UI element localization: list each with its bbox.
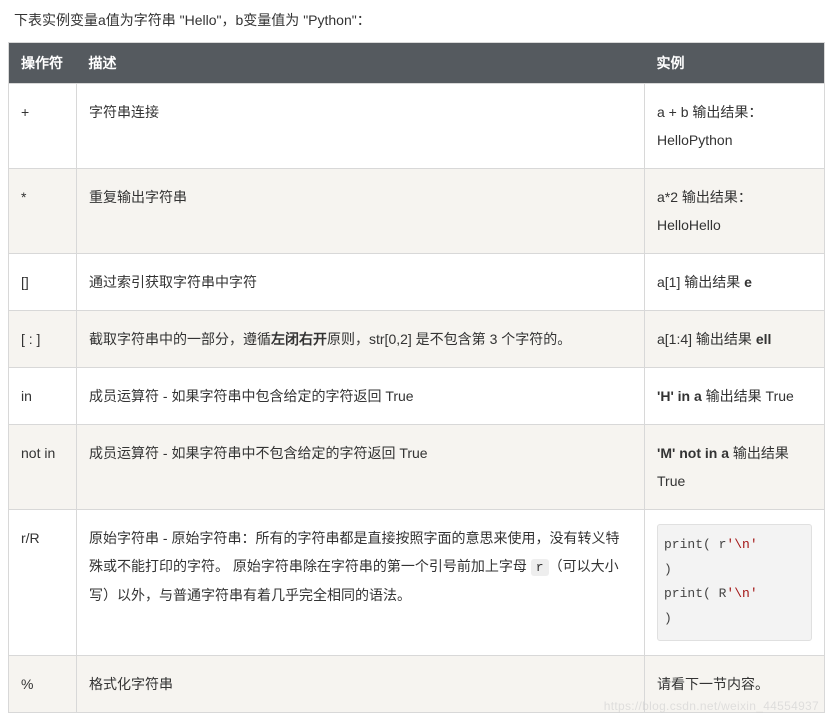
table-row: r/R 原始字符串 - 原始字符串：所有的字符串都是直接按照字面的意思来使用，没… [9,510,825,656]
header-example: 实例 [645,43,825,84]
table-row: not in 成员运算符 - 如果字符串中不包含给定的字符返回 True 'M'… [9,425,825,510]
op-cell: [] [9,254,77,311]
table-header-row: 操作符 描述 实例 [9,43,825,84]
inline-code: r [531,559,549,576]
desc-cell: 通过索引获取字符串中字符 [77,254,645,311]
desc-cell: 重复输出字符串 [77,169,645,254]
op-cell: not in [9,425,77,510]
operators-table: 操作符 描述 实例 + 字符串连接 a + b 输出结果： HelloPytho… [8,42,825,713]
header-description: 描述 [77,43,645,84]
example-cell: 'M' not in a 输出结果 True [645,425,825,510]
header-operator: 操作符 [9,43,77,84]
table-row: * 重复输出字符串 a*2 输出结果：HelloHello [9,169,825,254]
example-cell: 'H' in a 输出结果 True [645,368,825,425]
example-cell: a*2 输出结果：HelloHello [645,169,825,254]
watermark-text: https://blog.csdn.net/weixin_44554937 [0,699,819,713]
op-cell: r/R [9,510,77,656]
code-block: print( r'\n' ) print( R'\n' ) [657,524,812,641]
op-cell: in [9,368,77,425]
example-cell: a + b 输出结果： HelloPython [645,84,825,169]
table-row: + 字符串连接 a + b 输出结果： HelloPython [9,84,825,169]
example-cell: print( r'\n' ) print( R'\n' ) [645,510,825,656]
op-cell: [ : ] [9,311,77,368]
example-cell: a[1] 输出结果 e [645,254,825,311]
desc-cell: 截取字符串中的一部分，遵循左闭右开原则，str[0,2] 是不包含第 3 个字符… [77,311,645,368]
intro-text: 下表实例变量a值为字符串 "Hello"，b变量值为 "Python"： [0,0,833,42]
op-cell: + [9,84,77,169]
desc-cell: 字符串连接 [77,84,645,169]
desc-cell: 成员运算符 - 如果字符串中包含给定的字符返回 True [77,368,645,425]
table-row: in 成员运算符 - 如果字符串中包含给定的字符返回 True 'H' in a… [9,368,825,425]
desc-cell: 原始字符串 - 原始字符串：所有的字符串都是直接按照字面的意思来使用，没有转义特… [77,510,645,656]
example-cell: a[1:4] 输出结果 ell [645,311,825,368]
table-row: [ : ] 截取字符串中的一部分，遵循左闭右开原则，str[0,2] 是不包含第… [9,311,825,368]
desc-cell: 成员运算符 - 如果字符串中不包含给定的字符返回 True [77,425,645,510]
op-cell: * [9,169,77,254]
table-row: [] 通过索引获取字符串中字符 a[1] 输出结果 e [9,254,825,311]
